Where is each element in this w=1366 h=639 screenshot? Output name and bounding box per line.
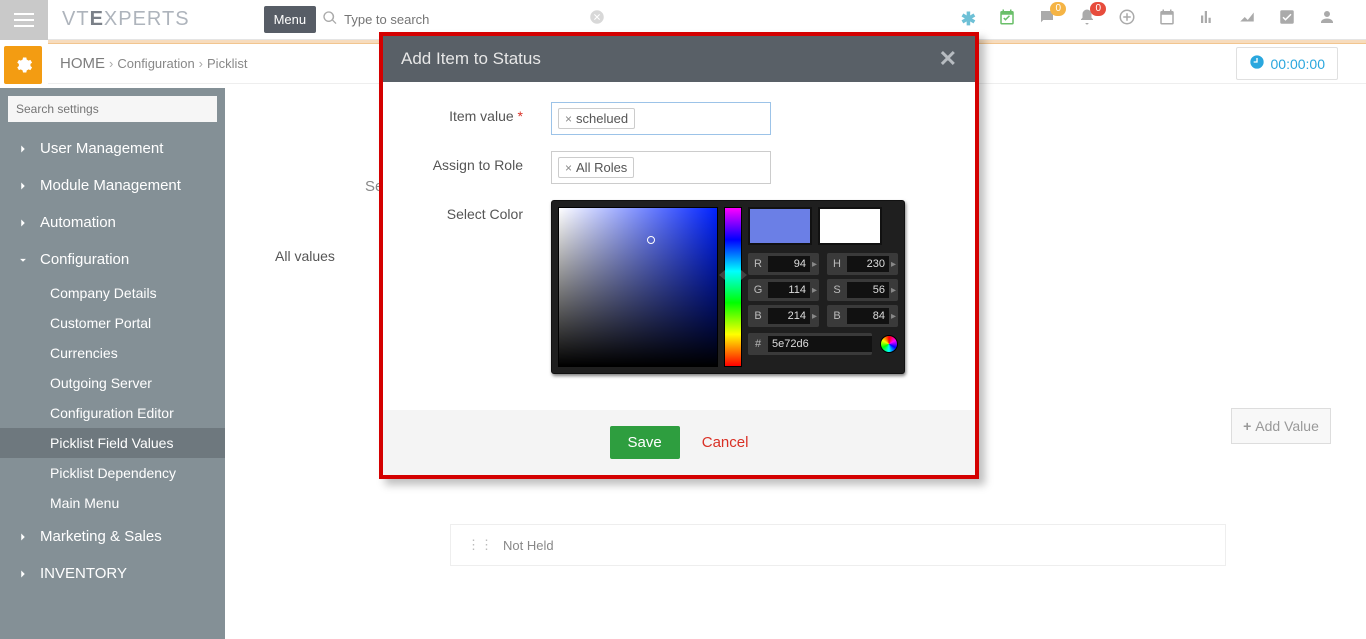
top-icons: ✱ 0 0 [961,0,1366,40]
picklist-value-label: Not Held [503,538,554,553]
tab-all-values[interactable]: All values [275,248,335,264]
add-value-button[interactable]: + Add Value [1231,408,1331,444]
timer[interactable]: 00:00:00 [1236,47,1339,80]
chat-icon[interactable]: 0 [1038,8,1056,31]
assign-role-tag[interactable]: × All Roles [558,157,634,178]
picklist-value-row[interactable]: ⋮⋮ Not Held [450,524,1226,566]
clear-icon[interactable] [588,8,606,31]
color-cursor[interactable] [647,236,655,244]
breadcrumb-l2[interactable]: Picklist [207,56,247,71]
user-icon[interactable] [1318,8,1336,31]
bar-chart-icon[interactable] [1198,8,1216,31]
calendar-check-icon[interactable] [998,8,1016,31]
chevron-icon [16,252,30,268]
assign-role-text: All Roles [576,160,627,175]
assign-role-input[interactable]: × All Roles [551,151,771,184]
plus-icon: + [1243,418,1251,434]
sidebar-search-input[interactable] [8,96,217,122]
area-chart-icon[interactable] [1238,8,1256,31]
sidebar-item-label: User Management [40,140,163,157]
sidebar-item-label: Module Management [40,177,181,194]
remove-tag-icon[interactable]: × [565,112,572,126]
add-item-modal: Add Item to Status ✕ Item value * × sche… [379,32,979,479]
breadcrumb-home[interactable]: HOME [60,55,105,72]
color-picker: R▸ H▸ G▸ S▸ B▸ B▸ # [551,200,905,374]
add-value-label: Add Value [1255,418,1319,434]
app-icon[interactable]: ✱ [961,9,976,30]
sidebar-item[interactable]: Marketing & Sales [0,518,225,555]
breadcrumb-l1[interactable]: Configuration [117,56,194,71]
bell-badge: 0 [1090,2,1106,16]
swatch-previous[interactable] [818,207,882,245]
sidebar-sub-item[interactable]: Currencies [0,338,225,368]
sidebar-item[interactable]: User Management [0,130,225,167]
sidebar-item[interactable]: INVENTORY [0,555,225,592]
menu-button[interactable]: Menu [264,6,317,33]
global-search[interactable] [322,5,612,35]
calendar-icon[interactable] [1158,8,1176,31]
item-value-text: schelued [576,111,628,126]
item-value-label: Item value * [401,102,551,135]
logo: VTEXPERTS [48,8,204,31]
sidebar-item[interactable]: Automation [0,204,225,241]
save-button[interactable]: Save [610,426,680,459]
chat-badge: 0 [1050,2,1066,16]
sidebar-sub-item[interactable]: Picklist Field Values [0,428,225,458]
swatch-current[interactable] [748,207,812,245]
sidebar-item-label: INVENTORY [40,565,127,582]
item-value-input[interactable]: × schelued [551,102,771,135]
sidebar-item-label: Marketing & Sales [40,528,162,545]
chevron-icon [16,215,30,231]
color-h-field[interactable]: H▸ [827,253,898,275]
timer-value: 00:00:00 [1271,56,1326,72]
settings-sidebar: User Management Module Management Automati… [0,88,225,639]
chevron-icon [16,529,30,545]
chevron-icon [16,178,30,194]
drag-handle-icon[interactable]: ⋮⋮ [467,537,493,553]
global-search-input[interactable] [344,12,588,27]
color-bv-field[interactable]: B▸ [827,305,898,327]
clock-icon [1249,54,1265,73]
sidebar-sub-item[interactable]: Outgoing Server [0,368,225,398]
chevron-right-icon: › [109,56,113,71]
color-b-field[interactable]: B▸ [748,305,819,327]
item-value-tag[interactable]: × schelued [558,108,635,129]
modal-body: Item value * × schelued Assign to Role ×… [383,82,975,410]
hue-slider[interactable] [724,207,742,367]
chevron-icon [16,566,30,582]
sidebar-sub-item[interactable]: Company Details [0,278,225,308]
search-icon [322,10,338,29]
chevron-icon [16,141,30,157]
sidebar-sub-item[interactable]: Picklist Dependency [0,458,225,488]
close-icon[interactable]: ✕ [939,46,957,72]
select-color-label: Select Color [401,200,551,374]
color-hex-field[interactable]: # [748,333,872,355]
modal-footer: Save Cancel [383,410,975,475]
saturation-area[interactable] [558,207,718,367]
color-s-field[interactable]: S▸ [827,279,898,301]
sidebar-search[interactable] [8,96,217,122]
color-wheel-icon[interactable] [880,335,898,353]
settings-tab[interactable] [0,40,48,88]
sidebar-item[interactable]: Configuration [0,241,225,278]
checkbox-icon[interactable] [1278,8,1296,31]
remove-tag-icon[interactable]: × [565,161,572,175]
sidebar-item-label: Automation [40,214,116,231]
gear-icon [4,46,42,84]
chevron-right-icon: › [199,56,203,71]
sidebar-sub-item[interactable]: Configuration Editor [0,398,225,428]
sidebar-item[interactable]: Module Management [0,167,225,204]
modal-header: Add Item to Status ✕ [383,36,975,82]
modal-title: Add Item to Status [401,49,541,69]
color-r-field[interactable]: R▸ [748,253,819,275]
bell-icon[interactable]: 0 [1078,8,1096,31]
cancel-button[interactable]: Cancel [702,434,749,451]
plus-icon[interactable] [1118,8,1136,31]
hamburger-menu[interactable] [0,0,48,40]
sidebar-sub-item[interactable]: Main Menu [0,488,225,518]
color-g-field[interactable]: G▸ [748,279,819,301]
sidebar-item-label: Configuration [40,251,129,268]
sidebar-sub-item[interactable]: Customer Portal [0,308,225,338]
assign-role-label: Assign to Role [401,151,551,184]
